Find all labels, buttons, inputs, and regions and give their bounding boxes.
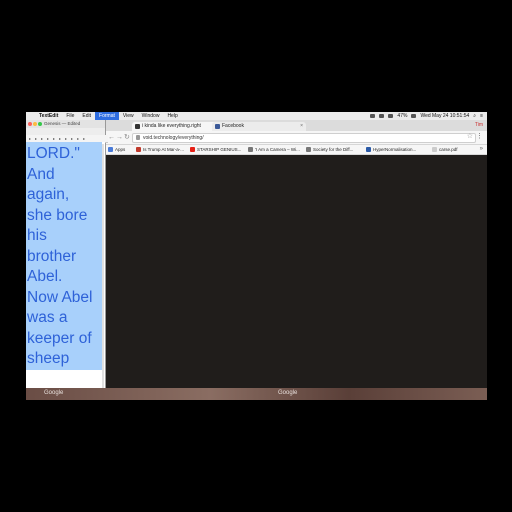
bookmark-label: Is Trump At Mar-a-... — [143, 147, 185, 152]
back-icon[interactable]: ← — [108, 133, 115, 142]
bookmark-label: carse.pdf — [439, 147, 458, 152]
text-line: again, — [27, 186, 70, 203]
battery-icon[interactable] — [411, 114, 417, 118]
battery-percent[interactable]: 47% — [397, 113, 407, 119]
news-icon — [136, 147, 141, 152]
tab-everything[interactable]: i kinda like everything.right × — [132, 122, 220, 131]
wikipedia-icon — [248, 147, 253, 152]
tab-bar: i kinda like everything.right × Facebook… — [104, 120, 487, 131]
text-line: sheep — [27, 350, 70, 367]
minimize-window-icon[interactable] — [33, 122, 37, 126]
bookmark-label: STARSHIP GENIUS... — [197, 147, 242, 152]
menu-help[interactable]: Help — [163, 113, 181, 119]
status-area: 47% Wed May 24 10:51:54 ⌕ ≡ — [370, 113, 487, 119]
close-tab-icon[interactable]: × — [300, 122, 303, 131]
textedit-titlebar[interactable]: Genesis — Edited — [26, 120, 105, 128]
menu-view[interactable]: View — [119, 113, 138, 119]
clock[interactable]: Wed May 24 10:51:54 — [420, 113, 469, 119]
facebook-icon — [215, 124, 220, 129]
youtube-icon — [190, 147, 195, 152]
text-line: Now Abel — [27, 288, 93, 306]
wifi-icon[interactable] — [379, 114, 385, 118]
site-icon — [366, 147, 371, 152]
document-title: Genesis — Edited — [44, 121, 81, 126]
bookmark-star-icon[interactable]: ☆ — [467, 132, 473, 140]
bookmark-society[interactable]: Society for the Diff... — [306, 145, 353, 154]
text-line: brother — [27, 247, 77, 265]
nav-bar: ← → ↻ void.technology/everything/ ☆ ⋮ — [104, 131, 487, 145]
close-window-icon[interactable] — [28, 122, 32, 126]
volume-icon[interactable] — [388, 114, 394, 118]
lock-icon — [136, 135, 140, 140]
menu-bar: TextEdit File Edit Format View Window He… — [26, 112, 487, 120]
scrollbar[interactable] — [102, 144, 104, 390]
list-icon[interactable]: ≡ — [480, 113, 483, 119]
text-line: And — [27, 165, 55, 183]
textedit-toolbar: Helvetica — [26, 128, 105, 143]
bookmark-label: HyperNormalisation... — [373, 147, 417, 152]
menu-file[interactable]: File — [62, 113, 78, 119]
menu-window[interactable]: Window — [138, 113, 164, 119]
text-line: Abel. — [27, 268, 63, 285]
profile-button[interactable]: Tim — [475, 122, 483, 128]
bookmark-trump[interactable]: Is Trump At Mar-a-... — [136, 145, 184, 154]
bookmark-hypernormalisation[interactable]: HyperNormalisation... — [366, 145, 416, 154]
dropbox-icon[interactable] — [370, 114, 376, 118]
bookmark-camera[interactable]: 'I Am a Camera – Wi... — [248, 145, 300, 154]
bookmark-carse[interactable]: carse.pdf — [432, 145, 458, 154]
zoom-window-icon[interactable] — [38, 122, 42, 126]
text-line: his — [27, 227, 47, 244]
menu-edit[interactable]: Edit — [78, 113, 95, 119]
apps-icon — [108, 147, 113, 152]
desktop-label[interactable]: Google — [44, 390, 63, 396]
bookmarks-bar: Apps Is Trump At Mar-a-... STARSHIP GENI… — [104, 145, 487, 155]
textedit-window: Genesis — Edited Helvetica ▸▸▸▸▸▸▸▸▸▸ LO… — [26, 120, 108, 390]
text-line: LORD." — [27, 145, 80, 162]
bookmark-label: Society for the Diff... — [313, 147, 354, 152]
menu-app-name[interactable]: TextEdit — [35, 113, 62, 119]
bookmark-label: 'I Am a Camera – Wi... — [255, 147, 300, 152]
bookmark-apps[interactable]: Apps — [108, 145, 125, 154]
chrome-window: i kinda like everything.right × Facebook… — [104, 120, 487, 390]
pdf-icon — [432, 147, 437, 152]
document-area[interactable]: LORD." And again, she bore his brother A… — [26, 142, 105, 390]
page-content[interactable] — [104, 155, 487, 390]
screen: TextEdit File Edit Format View Window He… — [26, 112, 487, 400]
tab-label: Facebook — [222, 123, 244, 129]
text-line: was a — [27, 309, 68, 326]
chrome-menu-icon[interactable]: ⋮ — [476, 132, 483, 140]
tab-favicon-icon — [135, 124, 140, 129]
desktop-label[interactable]: Google — [278, 390, 297, 396]
bookmarks-more-button[interactable]: » — [480, 145, 483, 154]
tab-label: i kinda like everything.right — [142, 123, 201, 129]
reload-icon[interactable]: ↻ — [124, 133, 130, 142]
address-bar[interactable]: void.technology/everything/ — [132, 133, 476, 143]
selected-text[interactable]: LORD." And again, she bore his brother A… — [26, 142, 102, 370]
forward-icon[interactable]: → — [116, 133, 123, 142]
bookmark-starship[interactable]: STARSHIP GENIUS... — [190, 145, 241, 154]
desktop-background — [26, 388, 487, 400]
wikipedia-icon — [306, 147, 311, 152]
menu-format[interactable]: Format — [95, 112, 119, 120]
text-line: she bore — [27, 206, 88, 224]
text-line: keeper of — [27, 329, 92, 347]
search-icon[interactable]: ⌕ — [473, 113, 476, 119]
tab-facebook[interactable]: Facebook × — [212, 122, 306, 131]
bookmark-label: Apps — [115, 147, 126, 152]
url-text: void.technology/everything/ — [143, 135, 204, 141]
